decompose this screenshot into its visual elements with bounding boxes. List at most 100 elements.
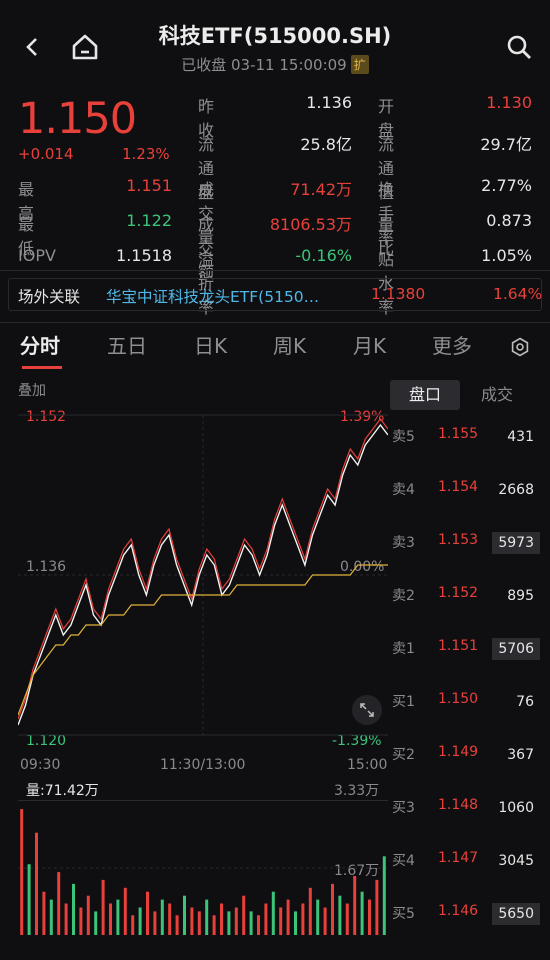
orderbook-row[interactable]: 买4 1.147 3045	[390, 845, 540, 875]
quote-value: 1.1518	[116, 246, 172, 265]
overlay-button[interactable]: 叠加	[18, 380, 46, 400]
orderbook-row[interactable]: 卖1 1.151 5706	[390, 633, 540, 663]
orderbook-volume: 367	[507, 747, 534, 763]
volume-bar	[338, 895, 342, 935]
quote-value: 1.151	[126, 176, 172, 195]
orderbook-side: 卖3	[392, 535, 415, 551]
volume-bar	[294, 911, 297, 935]
volume-bar	[345, 903, 349, 935]
volume-bar	[301, 903, 305, 935]
volume-bar	[64, 903, 68, 935]
last-price: 1.150	[18, 94, 137, 144]
tab-monthly-k[interactable]: 月K	[353, 330, 386, 359]
tab-five-day[interactable]: 五日	[107, 330, 147, 359]
orderbook-row[interactable]: 卖5 1.155 431	[390, 421, 540, 451]
volume-bar	[42, 891, 46, 935]
orderbook-price: 1.152	[438, 585, 479, 601]
volume-bar	[79, 907, 83, 935]
vol-axis-top: 3.33万	[334, 783, 380, 799]
volume-bar	[116, 899, 120, 935]
status-text: 已收盘 03-11 15:00:09	[181, 56, 347, 74]
volume-bar	[197, 911, 201, 935]
volume-bar	[316, 899, 320, 935]
quote-value: 2.77%	[481, 176, 532, 195]
volume-bar	[20, 809, 24, 935]
tab-daily-k[interactable]: 日K	[194, 330, 227, 359]
orderbook-volume: 76	[516, 694, 534, 710]
orderbook-volume: 5706	[492, 638, 540, 660]
x-label-close: 15:00	[347, 757, 388, 773]
market-status: 已收盘 03-11 15:00:09 扩	[0, 54, 550, 75]
intraday-price-chart[interactable]	[18, 405, 388, 750]
orderbook-row[interactable]: 买1 1.150 76	[390, 686, 540, 716]
linked-fund-pct: 1.64%	[493, 285, 543, 303]
volume-bar	[271, 891, 275, 935]
orderbook-side: 买5	[392, 906, 415, 922]
orderbook-volume: 5650	[492, 903, 540, 925]
divider	[0, 270, 550, 271]
tab-weekly-k[interactable]: 周K	[273, 330, 306, 359]
orderbook-price: 1.150	[438, 691, 479, 707]
volume-bar	[375, 879, 379, 935]
orderbook-row[interactable]: 卖3 1.153 5973	[390, 527, 540, 557]
linked-fund-price: 1.1380	[371, 285, 426, 303]
volume-bar	[323, 907, 327, 935]
tab-intraday[interactable]: 分时	[20, 330, 60, 359]
divider	[0, 322, 550, 323]
orderbook-row[interactable]: 买3 1.148 1060	[390, 792, 540, 822]
linked-fund-name[interactable]: 华宝中证科技龙头ETF(5150…	[106, 285, 319, 307]
linked-fund-row[interactable]: 场外关联 华宝中证科技龙头ETF(5150… 1.1380 1.64%	[8, 278, 542, 311]
active-tab-indicator	[22, 366, 62, 369]
quote-value: 8106.53万	[269, 215, 352, 234]
orderbook-row[interactable]: 卖4 1.154 2668	[390, 474, 540, 504]
orderbook-side: 买1	[392, 694, 415, 710]
orderbook-volume: 431	[507, 429, 534, 445]
settings-icon[interactable]	[503, 330, 537, 364]
orderbook-price: 1.153	[438, 532, 479, 548]
volume-bar	[72, 883, 75, 935]
volume-bar	[109, 903, 112, 935]
tab-trades[interactable]: 成交	[462, 380, 532, 410]
quote-value: 1.122	[126, 211, 172, 230]
orderbook-side: 卖4	[392, 482, 415, 498]
x-label-midday: 11:30/13:00	[160, 757, 246, 773]
orderbook-price: 1.155	[438, 426, 479, 442]
volume-bar	[49, 899, 53, 935]
orderbook-price: 1.151	[438, 638, 479, 654]
tab-orderbook[interactable]: 盘口	[390, 380, 460, 410]
period-tabs: 分时 五日 日K 周K 月K 更多	[0, 330, 550, 362]
quote-value: 1.136	[306, 93, 352, 112]
page-title: 科技ETF(515000.SH)	[158, 24, 392, 48]
volume-bar	[205, 899, 209, 935]
volume-bar	[279, 907, 283, 935]
orderbook-volume: 1060	[498, 800, 534, 816]
orderbook-side: 卖2	[392, 588, 415, 604]
volume-bar	[190, 907, 194, 935]
x-label-open: 09:30	[20, 757, 61, 773]
volume-bar	[249, 911, 253, 935]
orderbook-price: 1.147	[438, 850, 479, 866]
quote-value: 25.8亿	[300, 135, 352, 154]
volume-bar	[368, 899, 371, 935]
volume-bar	[360, 891, 364, 935]
quote-value: 1.130	[486, 93, 532, 112]
orderbook-row[interactable]: 买5 1.146 5650	[390, 898, 540, 928]
volume-bar	[183, 895, 186, 935]
orderbook-side: 买4	[392, 853, 415, 869]
price-change-pct: 1.23%	[122, 145, 170, 163]
price-change: +0.014	[18, 145, 74, 163]
volume-bar	[146, 891, 149, 935]
volume-bar	[94, 911, 98, 935]
volume-bar	[212, 915, 216, 935]
orderbook-volume: 3045	[498, 853, 534, 869]
orderbook-row[interactable]: 买2 1.149 367	[390, 739, 540, 769]
volume-bar	[308, 887, 312, 935]
volume-bar	[138, 907, 142, 935]
volume-bar	[353, 876, 357, 935]
orderbook-row[interactable]: 卖2 1.152 895	[390, 580, 540, 610]
orderbook-volume: 5973	[492, 532, 540, 554]
tab-more[interactable]: 更多	[432, 330, 472, 359]
extend-badge[interactable]: 扩	[350, 55, 369, 74]
volume-bar	[264, 903, 268, 935]
search-icon[interactable]	[502, 30, 536, 64]
